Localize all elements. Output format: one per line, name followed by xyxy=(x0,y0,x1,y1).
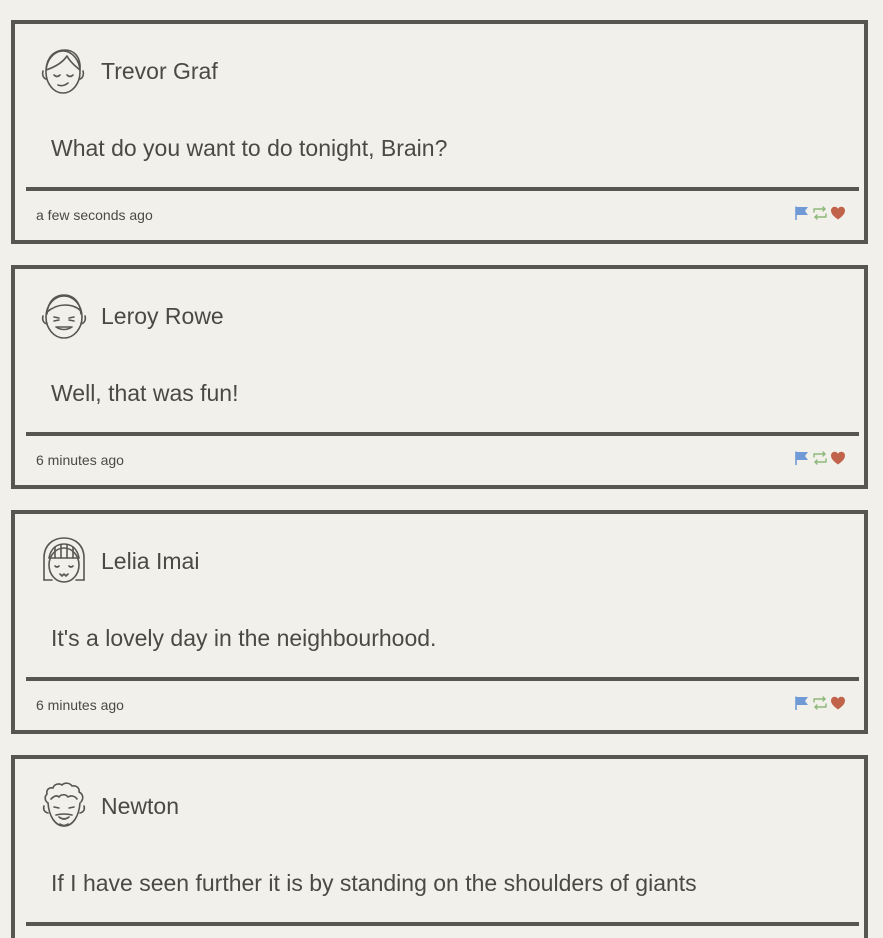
retweet-icon[interactable] xyxy=(812,205,828,221)
retweet-icon[interactable] xyxy=(812,695,828,711)
retweet-icon[interactable] xyxy=(812,450,828,466)
avatar[interactable] xyxy=(39,44,89,98)
heart-icon[interactable] xyxy=(830,205,846,221)
post-actions xyxy=(794,205,846,221)
post-card: Leroy Rowe Well, that was fun! 6 minutes… xyxy=(11,265,868,489)
heart-icon[interactable] xyxy=(830,450,846,466)
post-feed: Trevor Graf What do you want to do tonig… xyxy=(0,0,883,938)
curly-hair-face-icon xyxy=(42,782,86,827)
avatar[interactable] xyxy=(39,534,89,588)
post-message: It's a lovely day in the neighbourhood. xyxy=(51,625,437,651)
divider xyxy=(26,432,859,436)
avatar[interactable] xyxy=(39,779,89,833)
smiling-face-side-part-icon xyxy=(41,49,85,94)
timestamp: 6 minutes ago xyxy=(36,452,124,468)
username[interactable]: Trevor Graf xyxy=(101,58,218,85)
avatar[interactable] xyxy=(39,289,89,343)
grinning-face-icon xyxy=(41,294,87,339)
flag-icon[interactable] xyxy=(794,695,810,711)
post-actions xyxy=(794,695,846,711)
heart-icon[interactable] xyxy=(830,695,846,711)
username[interactable]: Newton xyxy=(101,793,179,820)
post-card: Trevor Graf What do you want to do tonig… xyxy=(11,20,868,244)
post-actions xyxy=(794,450,846,466)
post-message: Well, that was fun! xyxy=(51,380,239,406)
divider xyxy=(26,677,859,681)
post-card: Newton If I have seen further it is by s… xyxy=(11,755,868,938)
username[interactable]: Lelia Imai xyxy=(101,548,199,575)
timestamp: 6 minutes ago xyxy=(36,697,124,713)
flag-icon[interactable] xyxy=(794,450,810,466)
divider xyxy=(26,922,859,926)
post-message: If I have seen further it is by standing… xyxy=(51,870,697,896)
timestamp: a few seconds ago xyxy=(36,207,153,223)
username[interactable]: Leroy Rowe xyxy=(101,303,224,330)
post-card: Lelia Imai It's a lovely day in the neig… xyxy=(11,510,868,734)
face-with-bangs-icon xyxy=(43,537,85,583)
post-message: What do you want to do tonight, Brain? xyxy=(51,135,448,161)
flag-icon[interactable] xyxy=(794,205,810,221)
divider xyxy=(26,187,859,191)
